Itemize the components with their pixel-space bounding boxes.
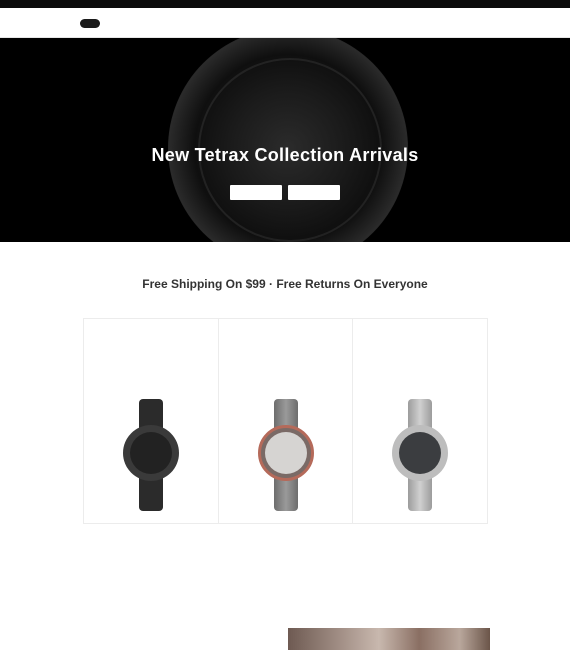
brand-logo[interactable]: [80, 17, 103, 29]
feature-image: [288, 628, 490, 650]
hero-title: New Tetrax Collection Arrivals: [151, 145, 419, 165]
section-title: Free Shipping On $99 · Free Returns On E…: [142, 277, 428, 291]
product-grid: [83, 318, 489, 524]
watch-image[interactable]: [390, 399, 450, 511]
product-card[interactable]: [352, 318, 489, 524]
product-card[interactable]: [217, 318, 354, 524]
promo-bar: [0, 0, 570, 8]
watch-image[interactable]: [121, 399, 181, 511]
product-card[interactable]: [83, 318, 219, 524]
hero-banner: New Tetrax Collection Arrivals: [0, 38, 570, 242]
watch-image[interactable]: [256, 399, 316, 511]
watch-dial: [264, 432, 307, 474]
hero-button-primary[interactable]: [230, 185, 282, 200]
watch-dial: [129, 432, 172, 474]
hero-button-secondary[interactable]: [288, 185, 340, 200]
logo-mark-icon: [80, 18, 100, 28]
hero-buttons: [0, 185, 570, 200]
hero-watch-image: [168, 38, 408, 242]
watch-dial: [399, 432, 442, 474]
site-header: [0, 8, 570, 38]
